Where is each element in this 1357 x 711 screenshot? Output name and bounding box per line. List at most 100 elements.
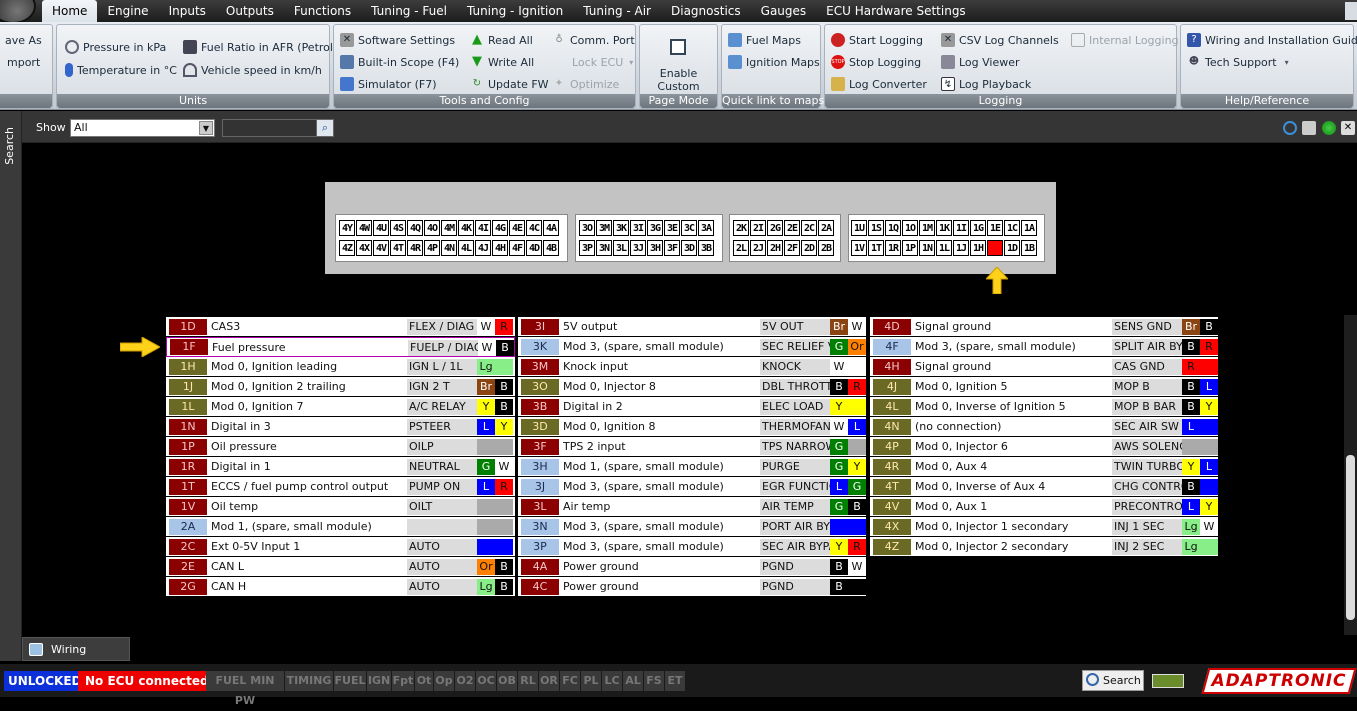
pin-row[interactable]: 1R Digital in 1 NEUTRAL G W — [166, 457, 515, 477]
pin-row[interactable]: 4F Mod 3, (spare, small module) SPLIT AIR … — [870, 337, 1218, 357]
connector-pin[interactable]: 4V — [373, 240, 389, 256]
menu-tab-tuning-fuel[interactable]: Tuning - Fuel — [361, 0, 457, 22]
pin-row[interactable]: 1T ECCS / fuel pump control output PUMP ON… — [166, 477, 515, 497]
menu-tab-outputs[interactable]: Outputs — [216, 0, 284, 22]
update-fw-button[interactable]: ↻ Update FW — [470, 75, 549, 93]
connector-pin-selected[interactable] — [987, 240, 1003, 256]
connector-pin[interactable]: 3B — [698, 240, 714, 256]
menu-tab-engine[interactable]: Engine — [97, 0, 158, 22]
connector-pin[interactable]: 1C — [1004, 220, 1020, 236]
connector-pin[interactable]: 4N — [441, 240, 457, 256]
simulator-button[interactable]: Simulator (F7) — [340, 75, 437, 93]
connector-pin[interactable]: 4L — [458, 240, 474, 256]
pin-row[interactable]: 3J Mod 3, (spare, small module) EGR FUNCTI… — [518, 477, 866, 497]
pin-row[interactable]: 3D Mod 0, Ignition 8 THERMOFAN W L — [518, 417, 866, 437]
pin-row[interactable]: 4L Mod 0, Inverse of Ignition 5 MOP B BAR B… — [870, 397, 1218, 417]
write-all-button[interactable]: ▼ Write All — [470, 53, 534, 71]
pin-row[interactable]: 1H Mod 0, Ignition leading IGN L / 1L Lg — [166, 357, 515, 377]
pin-row[interactable]: 3B Digital in 2 ELEC LOAD Y — [518, 397, 866, 417]
refresh-icon[interactable] — [1283, 121, 1297, 135]
connector-pin[interactable]: 3N — [596, 240, 612, 256]
close-icon[interactable]: ✕ — [1341, 121, 1355, 135]
log-viewer-button[interactable]: Log Viewer — [941, 53, 1020, 71]
connector-pin[interactable]: 3K — [613, 220, 629, 236]
optimize-button[interactable]: ✦ Optimize — [552, 75, 620, 93]
connector-pin[interactable]: 1D — [1004, 240, 1020, 256]
builtin-scope-button[interactable]: Built-in Scope (F4) — [340, 53, 459, 71]
connector-pin[interactable]: 3P — [579, 240, 595, 256]
connector-pin[interactable]: 4S — [390, 220, 406, 236]
connector-pin[interactable]: 2A — [818, 220, 834, 236]
log-converter-button[interactable]: Log Converter — [831, 75, 927, 93]
connector-pin[interactable]: 4G — [492, 220, 508, 236]
connector-pin[interactable]: 1E — [987, 220, 1003, 236]
pin-row[interactable]: 1F Fuel pressure FUELP / DIAG W B — [166, 337, 515, 357]
pin-row[interactable]: 2G CAN H AUTO Lg B — [166, 577, 515, 597]
pin-row[interactable]: 3F TPS 2 input TPS NARROW G — [518, 437, 866, 457]
connector-pin[interactable]: 4K — [458, 220, 474, 236]
search-side-tab[interactable]: Search — [0, 111, 22, 661]
connector-pin[interactable]: 1A — [1021, 220, 1037, 236]
connector-pin[interactable]: 4Y — [339, 220, 355, 236]
pin-row[interactable]: 4A Power ground PGND B W — [518, 557, 866, 577]
connector-pin[interactable]: 4M — [441, 220, 457, 236]
pin-row[interactable]: 2C Ext 0-5V Input 1 AUTO — [166, 537, 515, 557]
connector-pin[interactable]: 3F — [664, 240, 680, 256]
pin-row[interactable]: 3M Knock input KNOCK W — [518, 357, 866, 377]
search-icon[interactable]: ⌕ — [316, 120, 333, 136]
menu-tab-tuning-air[interactable]: Tuning - Air — [573, 0, 661, 22]
connector-pin[interactable]: 4F — [509, 240, 525, 256]
connector-pin[interactable]: 4R — [407, 240, 423, 256]
connector-pin[interactable]: 3C — [681, 220, 697, 236]
connector-pin[interactable]: 1O — [902, 220, 918, 236]
pin-row[interactable]: 4H Signal ground CAS GND R — [870, 357, 1218, 377]
software-settings-button[interactable]: ✕ Software Settings — [340, 31, 455, 49]
pin-row[interactable]: 3N Mod 3, (spare, small module) PORT AIR B… — [518, 517, 866, 537]
temperature-units-button[interactable]: Temperature in °C — [65, 61, 177, 79]
wiring-guide-button[interactable]: ? Wiring and Installation Guide — [1187, 31, 1357, 49]
connector-pin[interactable]: 2E — [784, 220, 800, 236]
pin-row[interactable]: 2E CAN L AUTO Or B — [166, 557, 515, 577]
pin-row[interactable]: 1J Mod 0, Ignition 2 trailing IGN 2 T Br B — [166, 377, 515, 397]
stop-logging-button[interactable]: STOP Stop Logging — [831, 53, 921, 71]
connector-pin[interactable]: 4D — [526, 240, 542, 256]
pin-row[interactable]: 3H Mod 1, (spare, small module) PURGE G Y — [518, 457, 866, 477]
save-as-button[interactable]: ave As — [5, 31, 42, 49]
pin-row[interactable]: 3P Mod 3, (spare, small module) SEC AIR BY… — [518, 537, 866, 557]
menu-tab-ecu-hardware-settings[interactable]: ECU Hardware Settings — [816, 0, 976, 22]
lock-ecu-button[interactable]: Lock ECU ▾ — [572, 53, 633, 71]
pin-row[interactable]: 4Z Mod 0, Injector 2 secondary INJ 2 SEC Lg — [870, 537, 1218, 557]
pin-row[interactable]: 3K Mod 3, (spare, small module) SEC RELIEF… — [518, 337, 866, 357]
pin-row[interactable]: 1P Oil pressure OILP — [166, 437, 515, 457]
connector-pin[interactable]: 2G — [767, 220, 783, 236]
pin-row[interactable]: 1D CAS3 FLEX / DIAG W R — [166, 317, 515, 337]
connector-pin[interactable]: 4Z — [339, 240, 355, 256]
connector-pin[interactable]: 3D — [681, 240, 697, 256]
pin-row[interactable]: 4J Mod 0, Ignition 5 MOP BBL — [870, 377, 1218, 397]
pin-row[interactable]: 4C Power ground PGND B — [518, 577, 866, 597]
connector-pin[interactable]: 2D — [801, 240, 817, 256]
connector-pin[interactable]: 1V — [851, 240, 867, 256]
fuel-maps-button[interactable]: Fuel Maps — [728, 31, 801, 49]
show-filter-select[interactable]: All ▼ — [70, 119, 215, 137]
scrollbar-thumb[interactable] — [1346, 455, 1355, 620]
connector-pin[interactable]: 1K — [936, 220, 952, 236]
connector-pin[interactable]: 1R — [885, 240, 901, 256]
connector-pin[interactable]: 3I — [630, 220, 646, 236]
speed-units-button[interactable]: Vehicle speed in km/h — [183, 61, 322, 79]
connector-pin[interactable]: 3O — [579, 220, 595, 236]
connector-pin[interactable]: 4O — [424, 220, 440, 236]
connector-pin[interactable]: 4A — [543, 220, 559, 236]
search-input[interactable]: ⌕ — [222, 119, 334, 137]
ignition-maps-button[interactable]: Ignition Maps — [728, 53, 820, 71]
pin-row[interactable]: 3O Mod 0, Injector 8 DBL THROTTLBR — [518, 377, 866, 397]
connector-pin[interactable]: 3E — [664, 220, 680, 236]
connector-pin[interactable]: 2I — [750, 220, 766, 236]
menu-tab-gauges[interactable]: Gauges — [751, 0, 817, 22]
connector-pin[interactable]: 4H — [492, 240, 508, 256]
vertical-scrollbar[interactable] — [1344, 315, 1357, 635]
connector-pin[interactable]: 4E — [509, 220, 525, 236]
connector-pin[interactable]: 1S — [868, 220, 884, 236]
connector-pin[interactable]: 4Q — [407, 220, 423, 236]
menu-tab-functions[interactable]: Functions — [284, 0, 361, 22]
